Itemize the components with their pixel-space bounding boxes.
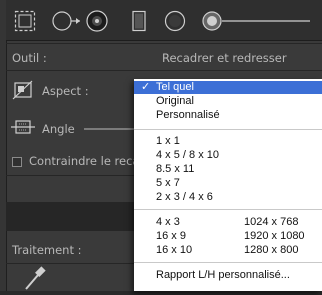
red-eye-icon[interactable]: [86, 10, 108, 32]
radial-filter-icon[interactable]: [164, 10, 186, 32]
menu-item-original[interactable]: Original: [134, 95, 322, 108]
menu-item-1x1[interactable]: 1 x 1: [134, 135, 322, 148]
aspect-dropdown-menu: ✓ Tel quel Original Personnalisé 1 x 1 4…: [134, 79, 322, 291]
straighten-tool-icon[interactable]: [10, 118, 36, 140]
menu-item-5x7[interactable]: 5 x 7: [134, 177, 322, 190]
menu-item-custom-ratio[interactable]: Rapport L/H personnalisé...: [134, 269, 322, 282]
tool-strip: [6, 0, 322, 41]
tool-value: Recadrer et redresser: [162, 51, 287, 65]
checkmark-icon: ✓: [141, 81, 151, 93]
menu-item-4x5[interactable]: 4 x 5 / 8 x 10: [134, 149, 322, 162]
tool-label: Outil :: [12, 51, 47, 65]
adjustment-brush-icon[interactable]: [202, 10, 314, 32]
graduated-filter-icon[interactable]: [128, 10, 150, 32]
crop-overlay-icon[interactable]: [14, 10, 36, 32]
menu-item-2x3[interactable]: 2 x 3 / 4 x 6: [134, 191, 322, 204]
menu-separator: [134, 262, 322, 263]
menu-separator: [134, 129, 322, 130]
constrain-checkbox[interactable]: [12, 157, 22, 167]
divider: [6, 70, 322, 71]
crop-aspect-icon: [12, 80, 34, 104]
menu-item-16x10[interactable]: 16 x 10 1280 x 800: [134, 244, 322, 257]
menu-item-8-5x11[interactable]: 8.5 x 11: [134, 163, 322, 176]
spot-removal-icon[interactable]: [52, 10, 82, 32]
menu-item-as-shot[interactable]: ✓ Tel quel: [134, 81, 322, 94]
angle-label: Angle: [42, 122, 75, 136]
menu-item-4x3[interactable]: 4 x 3 1024 x 768: [134, 216, 322, 229]
treatment-label: Traitement :: [12, 243, 82, 257]
menu-item-custom[interactable]: Personnalisé: [134, 109, 322, 122]
menu-item-16x9[interactable]: 16 x 9 1920 x 1080: [134, 230, 322, 243]
aspect-label: Aspect :: [42, 84, 89, 98]
divider: [6, 43, 322, 44]
menu-separator: [134, 209, 322, 210]
